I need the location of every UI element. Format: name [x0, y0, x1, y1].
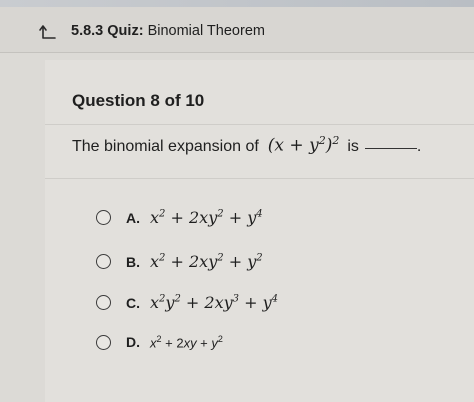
radio-button[interactable]	[96, 210, 111, 225]
quiz-title: 5.8.3 Quiz: Binomial Theorem	[71, 23, 265, 39]
option-letter: B.	[126, 253, 140, 270]
option-expression: x2 + 2xy + y2	[150, 334, 223, 351]
back-arrow-icon[interactable]	[38, 22, 58, 42]
option-letter: C.	[126, 294, 140, 311]
radio-button[interactable]	[96, 334, 111, 350]
prompt-text-after: is	[347, 137, 359, 155]
option-c[interactable]: C. x2y2 + 2xy3 + y4	[96, 293, 278, 312]
option-b[interactable]: B. x2 + 2xy2 + y2	[96, 252, 263, 271]
prompt-period: .	[416, 137, 422, 155]
option-expression: x2 + 2xy2 + y4	[150, 208, 263, 227]
prompt-expression: (x + y2)2	[267, 134, 340, 156]
quiz-label: Quiz:	[107, 23, 144, 39]
section-number: 5.8.3	[71, 23, 104, 39]
quiz-topic: Binomial Theorem	[147, 23, 265, 39]
option-a[interactable]: A. x2 + 2xy2 + y4	[96, 208, 263, 227]
option-expression: x2y2 + 2xy3 + y4	[150, 293, 279, 312]
question-counter: Question 8 of 10	[72, 91, 205, 110]
option-d[interactable]: D. x2 + 2xy + y2	[96, 334, 223, 350]
prompt-text-before: The binomial expansion of	[72, 137, 259, 155]
window-top-strip	[0, 0, 474, 7]
answer-blank	[364, 147, 417, 149]
divider	[45, 178, 474, 179]
radio-button[interactable]	[96, 254, 111, 269]
option-expression: x2 + 2xy2 + y2	[150, 252, 263, 271]
question-panel	[45, 60, 474, 402]
divider	[45, 124, 474, 125]
option-letter: D.	[126, 334, 140, 351]
radio-button[interactable]	[96, 295, 111, 310]
quiz-header: 5.8.3 Quiz: Binomial Theorem	[0, 7, 474, 53]
option-letter: A.	[126, 209, 140, 226]
question-prompt: The binomial expansion of (x + y2)2 is .	[72, 134, 421, 156]
